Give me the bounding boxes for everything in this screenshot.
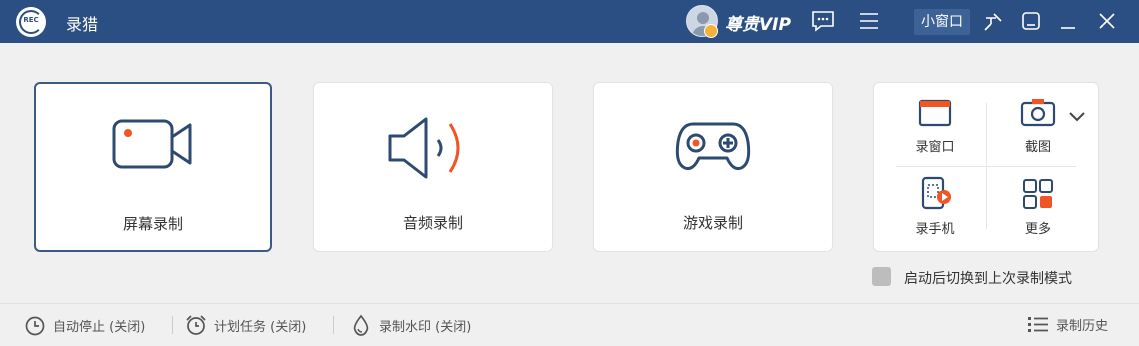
- scheduled-task-label: 计划任务 (关闭): [214, 319, 307, 335]
- minimize-icon[interactable]: [1055, 8, 1081, 34]
- watermark-label: 录制水印 (关闭): [379, 319, 472, 335]
- pin-icon[interactable]: [980, 8, 1006, 34]
- separator: [172, 316, 173, 334]
- menu-icon[interactable]: [856, 8, 882, 34]
- mini-window-button[interactable]: 小窗口: [914, 9, 970, 35]
- gamepad-icon: [675, 116, 751, 180]
- feedback-icon[interactable]: [810, 8, 836, 34]
- restore-last-mode-checkbox[interactable]: [872, 267, 891, 286]
- scheduled-task-button[interactable]: 计划任务 (关闭): [185, 314, 306, 336]
- speaker-icon: [386, 116, 470, 184]
- screen-record-card[interactable]: 屏幕录制: [34, 82, 272, 252]
- separator: [333, 316, 334, 334]
- compact-mode-icon[interactable]: [1018, 8, 1044, 34]
- watermark-button[interactable]: 录制水印 (关闭): [350, 314, 471, 336]
- video-camera-icon: [111, 117, 195, 177]
- close-icon[interactable]: [1094, 8, 1120, 34]
- app-title: 录猎: [66, 15, 99, 34]
- chevron-down-icon[interactable]: [1066, 106, 1088, 128]
- grid-icon: [988, 178, 1088, 214]
- history-button[interactable]: 录制历史: [1027, 314, 1108, 334]
- record-phone-button[interactable]: 录手机: [885, 176, 985, 237]
- audio-record-label: 音频录制: [402, 214, 463, 232]
- game-record-label: 游戏录制: [682, 214, 743, 232]
- alarm-clock-icon: [186, 315, 206, 335]
- phone-icon: [885, 176, 985, 214]
- game-record-card[interactable]: 游戏录制: [593, 82, 833, 252]
- logo-text: REC: [23, 16, 39, 24]
- screen-record-label: 屏幕录制: [122, 215, 183, 233]
- quick-tools-divider-horizontal: [896, 166, 1076, 167]
- app-logo-icon: REC: [16, 7, 46, 37]
- bottom-bar: 自动停止 (关闭) 计划任务 (关闭) 录制水印 (关闭) 录制历史: [0, 303, 1139, 346]
- restore-last-mode-label[interactable]: 启动后切换到上次录制模式: [904, 268, 1072, 288]
- record-phone-label: 录手机: [915, 222, 955, 237]
- auto-stop-label: 自动停止 (关闭): [53, 319, 146, 335]
- auto-stop-button[interactable]: 自动停止 (关闭): [24, 314, 145, 336]
- more-label: 更多: [1024, 222, 1051, 237]
- more-button[interactable]: 更多: [988, 178, 1088, 237]
- vip-badge-icon: [704, 24, 718, 38]
- record-window-label: 录窗口: [915, 140, 955, 155]
- water-drop-icon: [353, 314, 369, 336]
- screenshot-label: 截图: [1024, 140, 1051, 155]
- list-icon: [1028, 317, 1048, 332]
- title-bar: REC 录猎 尊贵VIP 小窗口: [0, 0, 1139, 43]
- record-window-button[interactable]: 录窗口: [885, 98, 985, 155]
- audio-record-card[interactable]: 音频录制: [313, 82, 553, 252]
- clock-icon: [25, 316, 45, 336]
- history-label: 录制历史: [1056, 318, 1109, 334]
- vip-label[interactable]: 尊贵VIP: [725, 10, 791, 35]
- window-icon: [885, 98, 985, 132]
